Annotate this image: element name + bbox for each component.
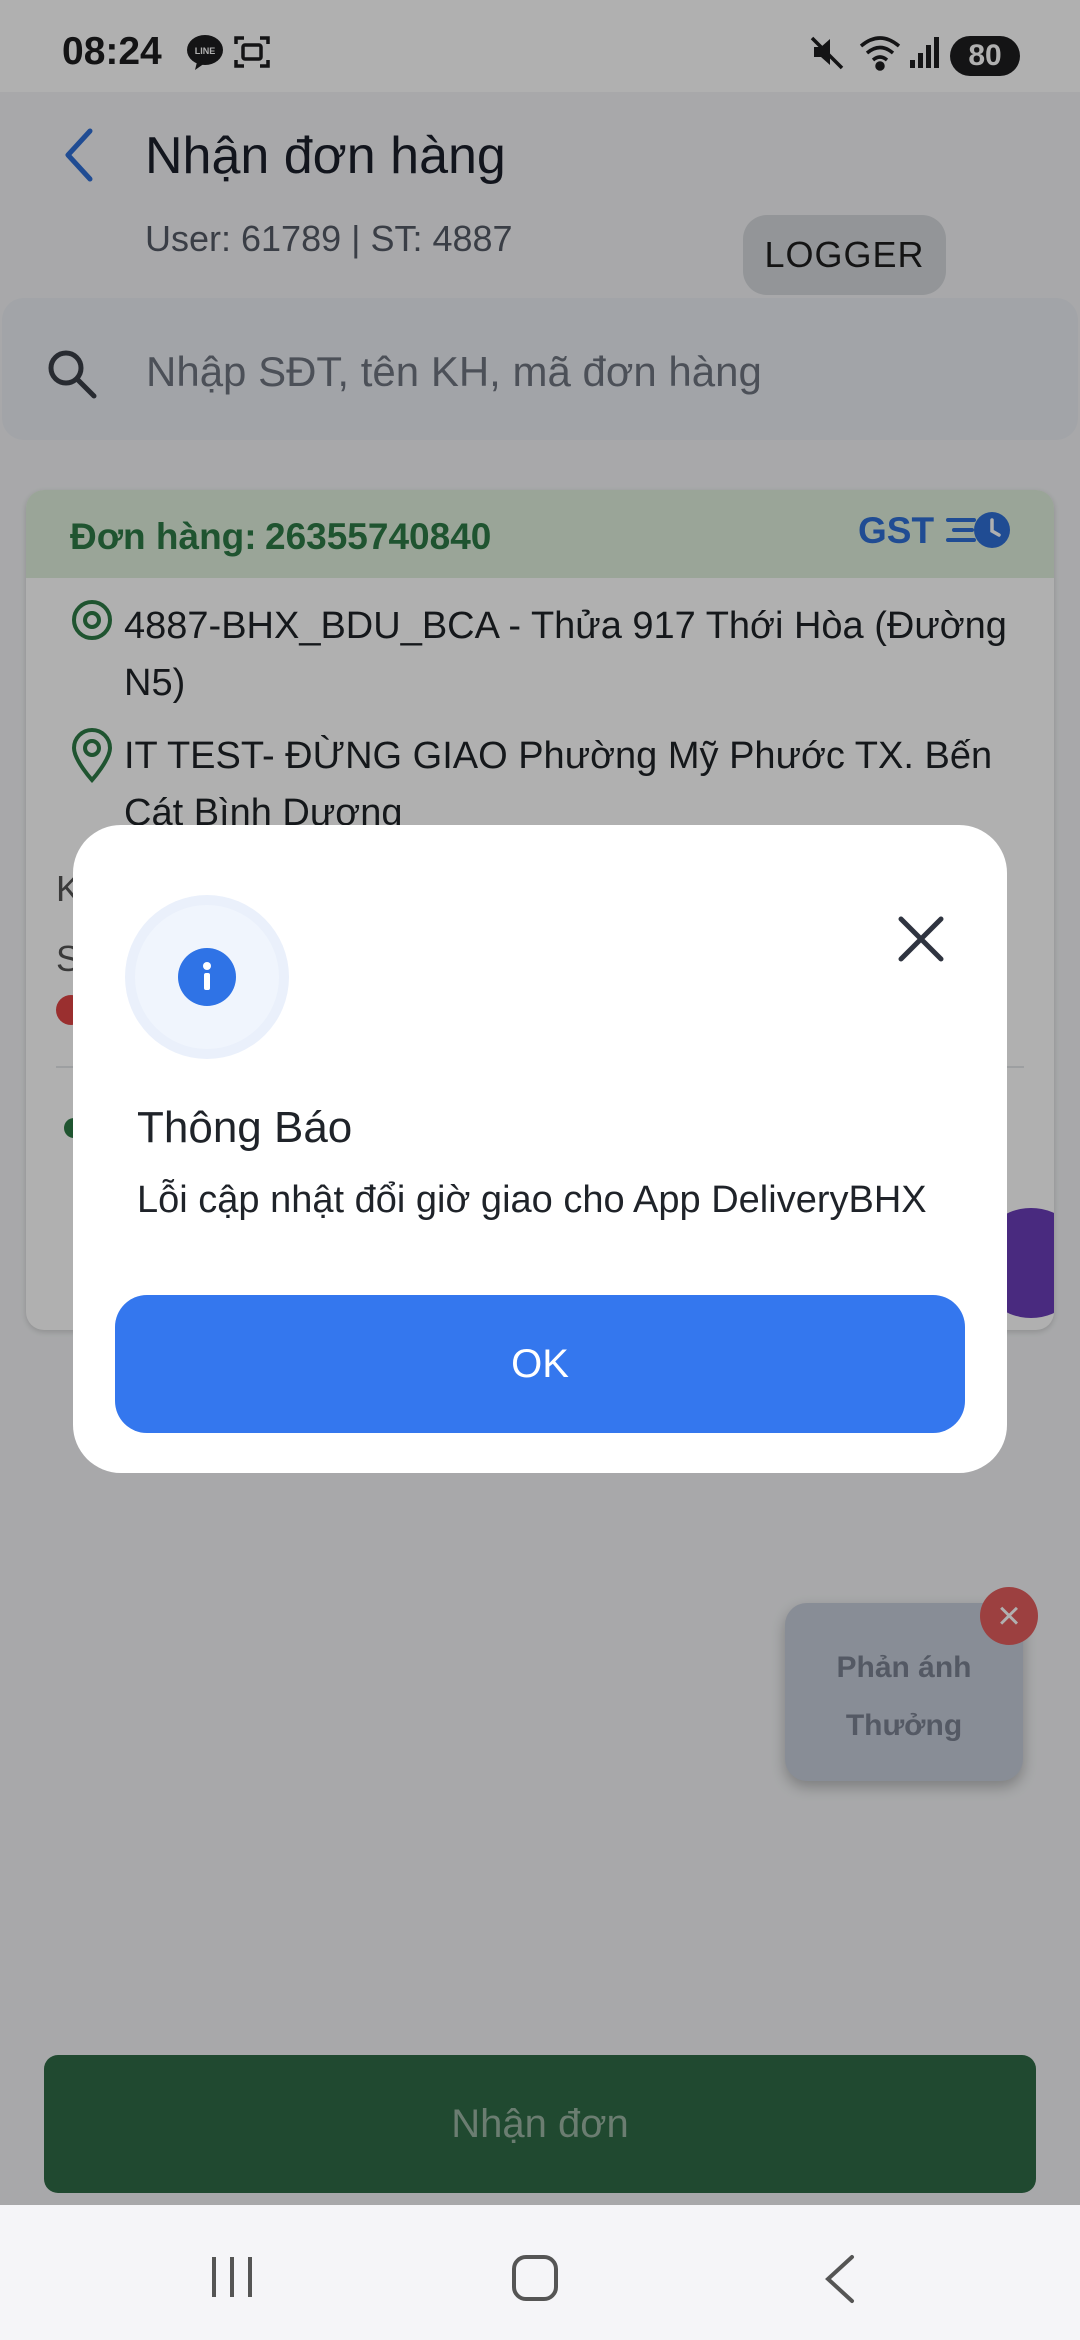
- notification-dialog: Thông Báo Lỗi cập nhật đổi giờ giao cho …: [73, 825, 1007, 1473]
- dialog-title: Thông Báo: [137, 1103, 353, 1152]
- ok-button[interactable]: OK: [115, 1295, 965, 1433]
- recent-apps-icon[interactable]: [208, 2255, 256, 2304]
- system-nav-bar: [0, 2205, 1080, 2340]
- dialog-message: Lỗi cập nhật đổi giờ giao cho App Delive…: [137, 1179, 927, 1221]
- close-icon[interactable]: [893, 911, 949, 967]
- nav-back-icon[interactable]: [820, 2253, 860, 2310]
- info-icon: [178, 948, 236, 1006]
- home-icon[interactable]: [510, 2253, 560, 2308]
